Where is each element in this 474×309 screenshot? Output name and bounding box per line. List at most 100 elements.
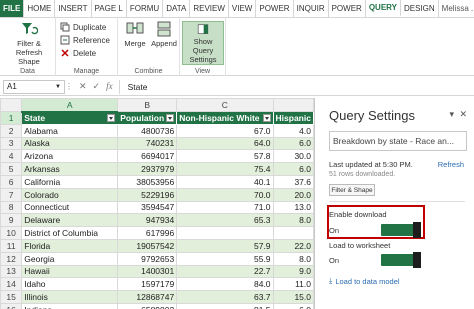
filter-dropdown-icon[interactable] <box>262 113 271 122</box>
table-header-cell[interactable]: State <box>21 111 119 125</box>
table-cell[interactable]: 19057542 <box>117 238 178 253</box>
table-cell[interactable]: 13.0 <box>272 200 314 215</box>
table-cell[interactable]: 75.4 <box>176 162 274 176</box>
row-header[interactable]: 12 <box>0 251 23 266</box>
column-header-b[interactable]: B <box>117 98 178 112</box>
table-cell[interactable]: 6589802 <box>117 302 178 309</box>
name-box[interactable]: A1 ▼ <box>3 79 65 94</box>
table-cell[interactable]: Arizona <box>21 149 119 164</box>
table-cell[interactable]: 6.0 <box>272 136 314 151</box>
filter-dropdown-icon[interactable] <box>166 113 175 122</box>
table-cell[interactable]: 70.0 <box>176 187 274 202</box>
table-cell[interactable]: 617996 <box>117 226 178 240</box>
table-cell[interactable]: Arkansas <box>21 162 119 176</box>
tab-review[interactable]: REVIEW <box>190 0 229 17</box>
tab-design[interactable]: DESIGN <box>401 0 439 17</box>
table-cell[interactable]: 67.0 <box>176 123 274 138</box>
table-cell[interactable]: 57.8 <box>176 149 274 164</box>
row-header[interactable]: 11 <box>0 238 23 253</box>
table-cell[interactable]: 15.0 <box>272 290 314 304</box>
table-cell[interactable]: Colorado <box>21 187 119 202</box>
table-cell[interactable]: 2937979 <box>117 162 178 176</box>
table-header-cell[interactable]: Hispanic <box>272 111 314 125</box>
table-cell[interactable]: Alabama <box>21 123 119 138</box>
tab-inquire[interactable]: INQUIR <box>294 0 329 17</box>
tab-insert[interactable]: INSERT <box>55 0 92 17</box>
table-cell[interactable]: California <box>21 174 119 189</box>
table-cell[interactable]: 6.0 <box>272 302 314 309</box>
row-header[interactable]: 15 <box>0 290 23 304</box>
filter-refresh-button[interactable]: Filter & Refresh Shape <box>4 21 54 66</box>
refresh-link[interactable]: Refresh <box>438 160 464 169</box>
table-cell[interactable]: 38053956 <box>117 174 178 189</box>
table-cell[interactable]: 65.3 <box>176 213 274 228</box>
table-cell[interactable]: Idaho <box>21 277 119 292</box>
tab-data[interactable]: DATA <box>163 0 191 17</box>
table-cell[interactable]: Alaska <box>21 136 119 151</box>
table-cell[interactable]: Illinois <box>21 290 119 304</box>
insert-function-icon[interactable]: fx <box>106 81 113 92</box>
column-header-a[interactable]: A <box>21 98 119 113</box>
table-cell[interactable]: 12868747 <box>117 290 178 304</box>
tab-home[interactable]: HOME <box>24 0 56 17</box>
row-header[interactable]: 4 <box>0 149 23 164</box>
row-header[interactable]: 10 <box>0 226 23 240</box>
tab-file[interactable]: FILE <box>0 0 25 17</box>
row-header[interactable]: 13 <box>0 264 23 279</box>
tab-power[interactable]: POWER <box>256 0 294 17</box>
table-cell[interactable]: 8.0 <box>272 251 314 266</box>
table-cell[interactable]: 71.0 <box>176 200 274 215</box>
table-cell[interactable]: 1597179 <box>117 277 178 292</box>
table-cell[interactable]: 57.9 <box>176 238 274 253</box>
enable-download-toggle[interactable] <box>381 222 421 238</box>
filter-shape-button[interactable]: Filter & Shape <box>329 184 375 196</box>
column-header-c[interactable]: C <box>176 98 274 112</box>
table-cell[interactable]: 9792653 <box>117 251 178 266</box>
table-cell[interactable]: 37.6 <box>272 174 314 189</box>
query-name-field[interactable]: Breakdown by state - Race an... <box>329 131 467 151</box>
table-cell[interactable]: Connecticut <box>21 200 119 215</box>
table-cell[interactable]: 55.9 <box>176 251 274 266</box>
user-account[interactable]: Melissa ... <box>439 0 474 17</box>
table-cell[interactable]: 4.0 <box>272 123 314 138</box>
append-button[interactable]: Append <box>149 21 179 48</box>
table-cell[interactable]: 6.0 <box>272 162 314 176</box>
table-cell[interactable]: Florida <box>21 238 119 253</box>
table-cell[interactable]: 8.0 <box>272 213 314 228</box>
table-cell[interactable]: 1400301 <box>117 264 178 279</box>
close-icon[interactable]: ✕ <box>459 109 467 120</box>
table-cell[interactable]: 4800736 <box>117 123 178 138</box>
table-cell[interactable]: 3594547 <box>117 200 178 215</box>
table-cell[interactable]: District of Columbia <box>21 226 119 240</box>
tab-page-layout[interactable]: PAGE L <box>92 0 127 17</box>
row-header[interactable]: 3 <box>0 136 23 151</box>
table-cell[interactable]: Indiana <box>21 302 119 309</box>
tab-formulas[interactable]: FORMU <box>127 0 164 17</box>
formula-input[interactable]: State <box>118 79 474 94</box>
tab-query[interactable]: QUERY <box>365 0 401 17</box>
table-cell[interactable]: 63.7 <box>176 290 274 304</box>
duplicate-button[interactable]: Duplicate <box>60 22 106 32</box>
row-header[interactable]: 7 <box>0 187 23 202</box>
reference-button[interactable]: Reference <box>60 35 110 45</box>
delete-button[interactable]: Delete <box>60 48 96 58</box>
table-cell[interactable] <box>176 226 274 240</box>
table-cell[interactable]: 84.0 <box>176 277 274 292</box>
row-header[interactable]: 16 <box>0 302 23 309</box>
table-cell[interactable]: Georgia <box>21 251 119 266</box>
table-cell[interactable]: 5229196 <box>117 187 178 202</box>
load-to-data-model-link[interactable]: ⤓ Load to data model <box>329 276 400 286</box>
row-header[interactable]: 2 <box>0 123 23 138</box>
tab-power-2[interactable]: POWER <box>329 0 366 17</box>
row-header[interactable]: 9 <box>0 213 23 228</box>
column-header-d[interactable] <box>272 98 314 112</box>
tab-view[interactable]: VIEW <box>229 0 257 17</box>
row-header[interactable]: 1 <box>0 111 23 125</box>
table-header-cell[interactable]: Non-Hispanic White <box>176 111 274 125</box>
table-header-cell[interactable]: Population <box>117 111 178 125</box>
row-header[interactable]: 6 <box>0 174 23 189</box>
table-cell[interactable]: 81.5 <box>176 302 274 309</box>
table-cell[interactable]: 6694017 <box>117 149 178 164</box>
table-cell[interactable]: 9.0 <box>272 264 314 279</box>
enter-icon[interactable]: ✓ <box>93 81 101 92</box>
